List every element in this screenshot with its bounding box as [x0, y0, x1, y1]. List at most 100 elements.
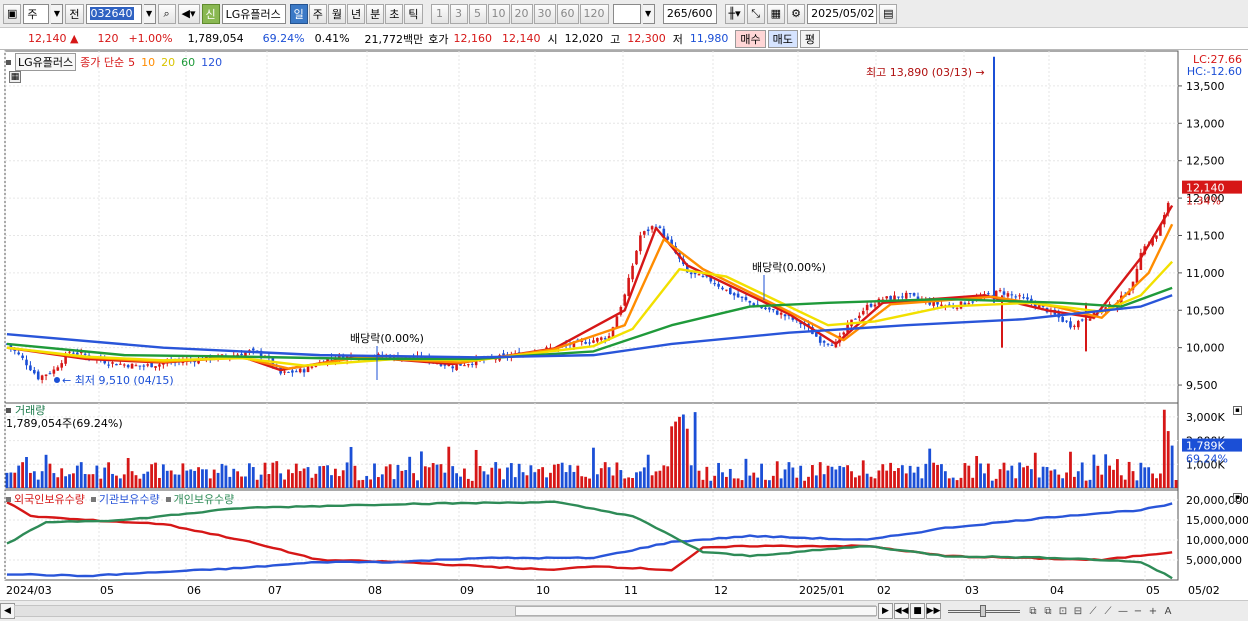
- scroll-left-icon[interactable]: ◀: [0, 603, 15, 619]
- timeframe-3[interactable]: 년: [347, 3, 366, 24]
- volume-bar: [963, 463, 967, 488]
- interval-10[interactable]: 10: [487, 3, 510, 24]
- horizontal-scrollbar[interactable]: [14, 605, 877, 617]
- candle-body: [1073, 325, 1076, 327]
- volume-bar: [279, 473, 283, 488]
- stop-icon[interactable]: ■: [910, 603, 925, 619]
- copy-icon[interactable]: ⧉: [1026, 603, 1040, 619]
- panel-close-icon[interactable]: ▪: [1233, 493, 1242, 502]
- volume-bar: [549, 472, 552, 488]
- eval-button[interactable]: 평: [799, 29, 821, 48]
- timeframe-1[interactable]: 주: [308, 3, 327, 24]
- line-tool-icon[interactable]: ⤡: [746, 3, 765, 24]
- ma-legend-10: 10: [141, 55, 156, 69]
- zoom-in-icon[interactable]: +: [1146, 603, 1160, 619]
- candle-type-icon[interactable]: ╫▾: [724, 3, 745, 24]
- interval-3[interactable]: 3: [449, 3, 468, 24]
- timeframe-0[interactable]: 일: [289, 3, 308, 24]
- period-select[interactable]: 주: [23, 3, 50, 24]
- timeframe-4[interactable]: 분: [366, 3, 385, 24]
- code-dropdown-icon[interactable]: ▼: [143, 3, 156, 24]
- merge-icon[interactable]: ⊡: [1056, 603, 1070, 619]
- price-axis-label: 11,000: [1186, 267, 1225, 280]
- calendar-icon[interactable]: ▤: [879, 3, 898, 24]
- grid-toggle-icon[interactable]: ▦: [9, 71, 21, 83]
- volume-bar: [728, 468, 732, 488]
- candle-body: [154, 366, 157, 368]
- minus-icon[interactable]: —: [1116, 603, 1130, 619]
- interval-20[interactable]: 20: [510, 3, 533, 24]
- volume-bar: [1069, 451, 1072, 488]
- candle-body: [142, 365, 146, 367]
- interval-120[interactable]: 120: [579, 3, 609, 24]
- panel-close-icon[interactable]: ▪: [1233, 406, 1242, 415]
- volume-bar: [115, 475, 118, 488]
- interval-1[interactable]: 1: [430, 3, 449, 24]
- timeframe-5[interactable]: 초: [385, 3, 404, 24]
- volume-bar: [740, 480, 744, 488]
- scroll-right-icon[interactable]: ▶: [878, 603, 893, 619]
- holding-legend: 외국인보유수량 기관보유수량 개인보유수량: [6, 491, 234, 507]
- x-axis-label: 08: [368, 584, 382, 597]
- timeframe-6[interactable]: 틱: [404, 3, 423, 24]
- x-axis-label: 2024/03: [6, 584, 52, 597]
- trend-icon[interactable]: ⟋: [1101, 603, 1115, 619]
- stock-code-input[interactable]: 032640: [85, 3, 142, 24]
- zoom-thumb[interactable]: [980, 605, 986, 617]
- volume-bar: [486, 474, 490, 488]
- sound-icon[interactable]: ◀▾: [177, 3, 200, 24]
- candle-body: [658, 226, 662, 228]
- play-back-icon[interactable]: ◀◀: [894, 603, 909, 619]
- window-icon[interactable]: ▣: [3, 3, 22, 24]
- buy-button[interactable]: 매수: [735, 29, 766, 48]
- price-axis-label: 9,500: [1186, 379, 1218, 392]
- candle-body: [115, 363, 118, 366]
- quote-bar: 12,140 ▲ 120 +1.00% 1,789,054 69.24% 0.4…: [0, 28, 1248, 50]
- volume-bar: [1010, 465, 1014, 488]
- chart-area[interactable]: 2024/03 05 06 07 08 09 10 11 12 2025/01 02 03 04 05 05…: [0, 50, 1248, 621]
- split-icon[interactable]: ⊟: [1071, 603, 1085, 619]
- volume-bar: [287, 469, 290, 488]
- prev-button[interactable]: 전: [65, 3, 84, 24]
- count-input[interactable]: 265/600: [662, 3, 717, 24]
- date-input[interactable]: 2025/05/02: [807, 3, 878, 24]
- volume-bar: [627, 477, 631, 488]
- play-forward-icon[interactable]: ▶▶: [926, 603, 941, 619]
- volume-bar: [1123, 479, 1127, 488]
- save-icon[interactable]: ▦: [766, 3, 786, 24]
- volume-bar: [506, 467, 509, 488]
- candle-body: [721, 287, 724, 290]
- volume-bar: [568, 465, 572, 488]
- chevron-down-icon[interactable]: ▼: [642, 3, 655, 24]
- legend-stock[interactable]: LG유플러스: [15, 53, 77, 71]
- sell-button[interactable]: 매도: [767, 29, 798, 48]
- chevron-down-icon[interactable]: ▼: [51, 3, 64, 24]
- volume-bar: [545, 477, 548, 488]
- volume-bar: [768, 480, 771, 488]
- copy2-icon[interactable]: ⧉: [1041, 603, 1055, 619]
- zoom-out-icon[interactable]: −: [1131, 603, 1145, 619]
- empty-select[interactable]: [612, 3, 641, 24]
- volume-bar: [13, 472, 17, 488]
- volume-bar: [787, 462, 791, 488]
- interval-30[interactable]: 30: [533, 3, 556, 24]
- scrollbar-thumb[interactable]: [515, 606, 877, 616]
- chart-svg[interactable]: 2024/03 05 06 07 08 09 10 11 12 2025/01 02 03 04 05 05…: [0, 50, 1248, 600]
- volume-bar: [169, 470, 173, 488]
- candle-body: [627, 277, 630, 297]
- text-icon[interactable]: A: [1161, 603, 1175, 619]
- gear-icon[interactable]: ⚙: [787, 3, 806, 24]
- candle-body: [302, 369, 306, 373]
- candle-body: [736, 293, 740, 298]
- interval-5[interactable]: 5: [468, 3, 487, 24]
- candle-body: [740, 296, 744, 298]
- timeframe-2[interactable]: 월: [327, 3, 347, 24]
- candle-body: [146, 364, 150, 366]
- line-draw-icon[interactable]: ⟋: [1086, 603, 1100, 619]
- interval-60[interactable]: 60: [556, 3, 579, 24]
- volume-bar: [955, 480, 959, 488]
- candle-body: [1088, 318, 1092, 321]
- volume-bar: [705, 466, 709, 488]
- search-icon[interactable]: ⌕: [157, 3, 176, 24]
- candle-body: [748, 301, 752, 303]
